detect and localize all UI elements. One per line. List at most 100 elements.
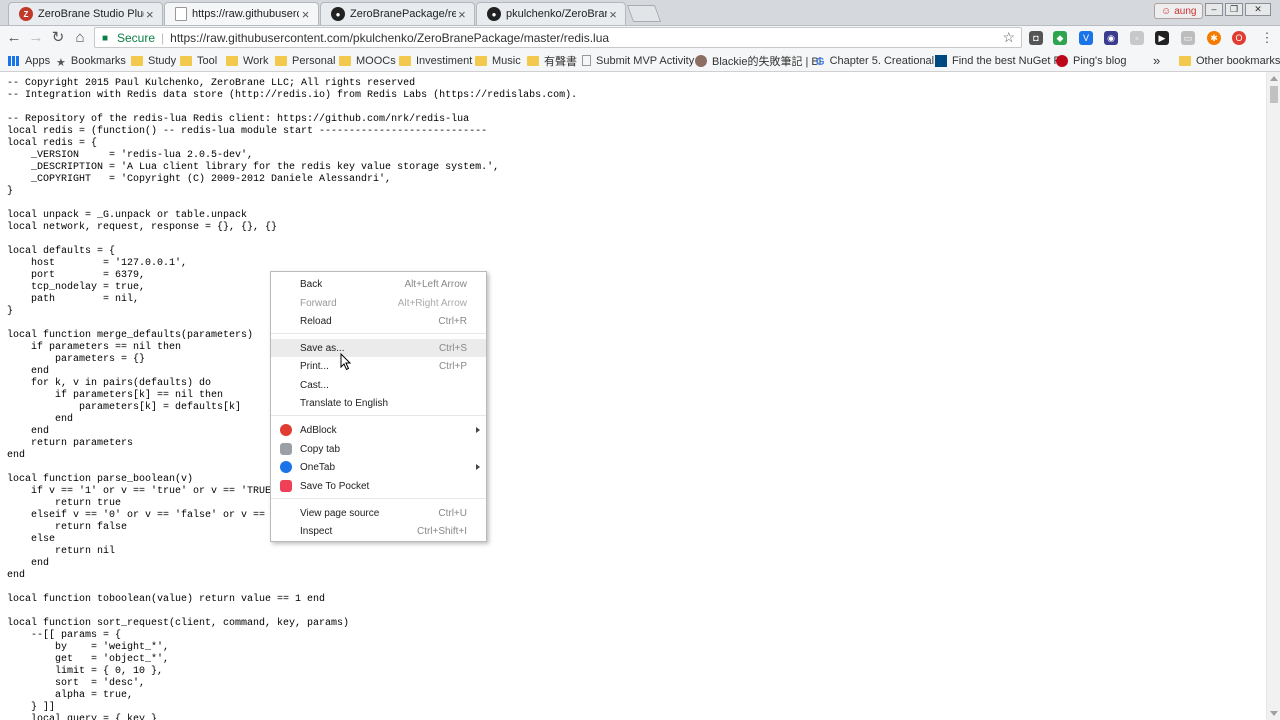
tab-raw-githubusercontent[interactable]: https://raw.githubuserco × xyxy=(164,2,319,25)
menu-kebab-icon[interactable]: ⋮ xyxy=(1258,29,1276,47)
dark-extension-icon[interactable]: ▶ xyxy=(1155,31,1169,45)
menu-item-inspect[interactable]: Inspect Ctrl+Shift+I xyxy=(271,522,486,540)
bookmark-pings-blog[interactable]: Ping's blog xyxy=(1056,53,1126,68)
bookmark-folder-work[interactable]: Work xyxy=(226,53,268,68)
menu-item-label: Save To Pocket xyxy=(300,480,370,492)
folder-icon xyxy=(399,55,411,66)
menu-item-translate-to-english[interactable]: Translate to English xyxy=(271,394,486,412)
folder-icon xyxy=(527,55,539,66)
menu-item-save-as[interactable]: Save as... Ctrl+S xyxy=(271,339,486,357)
close-tab-icon[interactable]: × xyxy=(607,7,619,22)
google-icon: G xyxy=(816,55,825,68)
code-line: _VERSION = 'redis-lua 2.0.5-dev', xyxy=(7,150,254,161)
menu-item-print[interactable]: Print... Ctrl+P xyxy=(271,357,486,375)
bookmark-label: Find the best NuGet P xyxy=(952,54,1061,67)
profile-button[interactable]: ☺ aung xyxy=(1154,3,1204,19)
scroll-up-icon[interactable] xyxy=(1270,76,1278,81)
bookmark-folder-moocs[interactable]: MOOCs xyxy=(339,53,396,68)
bookmarks-overflow-button[interactable]: » xyxy=(1153,53,1160,68)
purple-extension-icon[interactable]: ◉ xyxy=(1104,31,1118,45)
bookmark-nuget[interactable]: Find the best NuGet P xyxy=(935,53,1061,68)
code-line: end xyxy=(7,426,50,437)
bookmark-label: Work xyxy=(243,54,269,67)
profile-icon: ☺ xyxy=(1161,5,1172,17)
pinterest-icon xyxy=(1056,54,1068,67)
menu-item-label: Translate to English xyxy=(300,397,389,409)
divider: | xyxy=(161,30,165,45)
code-line: local unpack = _G.unpack or table.unpack xyxy=(7,210,248,221)
pocket-extension-icon[interactable]: ◘ xyxy=(1029,31,1043,45)
bookmark-submit-mvp[interactable]: Submit MVP Activity xyxy=(582,53,694,68)
folder-icon xyxy=(226,55,238,66)
bookmark-folder-study[interactable]: Study xyxy=(131,53,176,68)
folder-icon xyxy=(131,55,143,66)
scrollbar-thumb[interactable] xyxy=(1270,86,1278,103)
close-window-button[interactable]: ✕ xyxy=(1245,3,1271,16)
close-tab-icon[interactable]: × xyxy=(144,7,156,22)
bookmark-chapter5[interactable]: G Chapter 5. Creational xyxy=(816,53,934,68)
code-line: sort = 'desc', xyxy=(7,678,146,689)
adblock-extension-icon[interactable]: O xyxy=(1232,31,1246,45)
lock-icon: ■ xyxy=(102,32,109,44)
bookmark-folder-personal[interactable]: Personal xyxy=(275,53,335,68)
menu-item-label: Copy tab xyxy=(300,443,341,455)
menu-item-cast[interactable]: Cast... xyxy=(271,376,486,394)
maximize-window-button[interactable]: ❐ xyxy=(1225,3,1243,16)
overflow-icon: » xyxy=(1153,53,1161,68)
bookmark-blackie[interactable]: Blackie的失敗筆記 | Bl xyxy=(695,53,821,68)
mouse-cursor-icon xyxy=(340,353,352,371)
code-line: _COPYRIGHT = 'Copyright (C) 2009-2012 Da… xyxy=(7,174,392,185)
gray-extension-icon[interactable]: ▫ xyxy=(1130,31,1144,45)
close-tab-icon[interactable]: × xyxy=(456,7,468,22)
vertical-scrollbar[interactable] xyxy=(1266,72,1280,720)
code-line: get = 'object_*', xyxy=(7,654,170,665)
onetab-extension-icon[interactable]: V xyxy=(1079,31,1093,45)
bookmark-apps[interactable]: Apps xyxy=(8,53,50,68)
address-bar[interactable]: ■ Secure | https://raw.githubusercontent… xyxy=(94,27,1022,48)
bookmark-folder-audiobooks[interactable]: 有聲書 xyxy=(527,53,577,68)
menu-item-copy-tab[interactable]: Copy tab xyxy=(271,440,486,458)
menu-item-label: Cast... xyxy=(300,379,329,391)
menu-item-onetab[interactable]: OneTab xyxy=(271,458,486,476)
menu-item-forward[interactable]: Forward Alt+Right Arrow xyxy=(271,294,486,312)
tab-zerobrane-plugin[interactable]: Z ZeroBrane Studio Plugin × xyxy=(8,2,163,25)
minimize-window-button[interactable]: – xyxy=(1205,3,1223,16)
avatar-icon xyxy=(695,54,707,67)
menu-item-adblock[interactable]: AdBlock xyxy=(271,421,486,439)
bookmark-folder-investiment[interactable]: Investiment xyxy=(399,53,472,68)
code-line: if parameters[k] == nil then xyxy=(7,390,224,401)
bookmark-star-icon[interactable]: ☆ xyxy=(1002,29,1015,46)
github-icon: ● xyxy=(331,7,345,21)
orange-extension-icon[interactable]: ✱ xyxy=(1207,31,1221,45)
tab-pkulchenko-zerobrane[interactable]: ● pkulchenko/ZeroBraneP × xyxy=(476,2,626,25)
menu-item-shortcut: Ctrl+P xyxy=(438,360,467,372)
menu-item-view-page-source[interactable]: View page source Ctrl+U xyxy=(271,504,486,522)
url-text[interactable]: https://raw.githubusercontent.com/pkulch… xyxy=(170,31,609,45)
bookmark-bookmarks[interactable]: ★ Bookmarks xyxy=(56,53,126,69)
page-content: -- Copyright 2015 Paul Kulchenko, ZeroBr… xyxy=(0,72,1266,720)
bookmark-other-bookmarks[interactable]: Other bookmarks xyxy=(1179,53,1280,68)
code-line: -- Integration with Redis data store (ht… xyxy=(7,90,578,101)
menu-item-shortcut: Ctrl+U xyxy=(438,507,467,519)
menu-item-back[interactable]: Back Alt+Left Arrow xyxy=(271,275,486,293)
github-icon: ● xyxy=(487,7,501,21)
home-button[interactable]: ⌂ xyxy=(71,29,89,47)
menu-item-reload[interactable]: Reload Ctrl+R xyxy=(271,312,486,330)
menu-item-save-to-pocket[interactable]: Save To Pocket xyxy=(271,477,486,495)
green-extension-icon[interactable]: ◆ xyxy=(1053,31,1067,45)
forward-button[interactable]: → xyxy=(27,29,45,47)
bookmark-folder-tool[interactable]: Tool xyxy=(180,53,217,68)
code-line: local network, request, response = {}, {… xyxy=(7,222,278,233)
pocket-icon xyxy=(280,480,292,492)
reload-button[interactable]: ↻ xyxy=(49,29,67,47)
scroll-down-icon[interactable] xyxy=(1270,711,1278,716)
close-tab-icon[interactable]: × xyxy=(299,7,312,22)
tab-zerobranepackage-redis[interactable]: ● ZeroBranePackage/redis × xyxy=(320,2,475,25)
code-line: end xyxy=(7,558,50,569)
back-button[interactable]: ← xyxy=(5,29,23,47)
code-line: parameters = {} xyxy=(7,354,146,365)
new-tab-button[interactable] xyxy=(626,5,662,22)
menu-item-shortcut: Alt+Left Arrow xyxy=(404,278,467,290)
light-extension-icon[interactable]: ▭ xyxy=(1181,31,1195,45)
bookmark-folder-music[interactable]: Music xyxy=(475,53,521,68)
